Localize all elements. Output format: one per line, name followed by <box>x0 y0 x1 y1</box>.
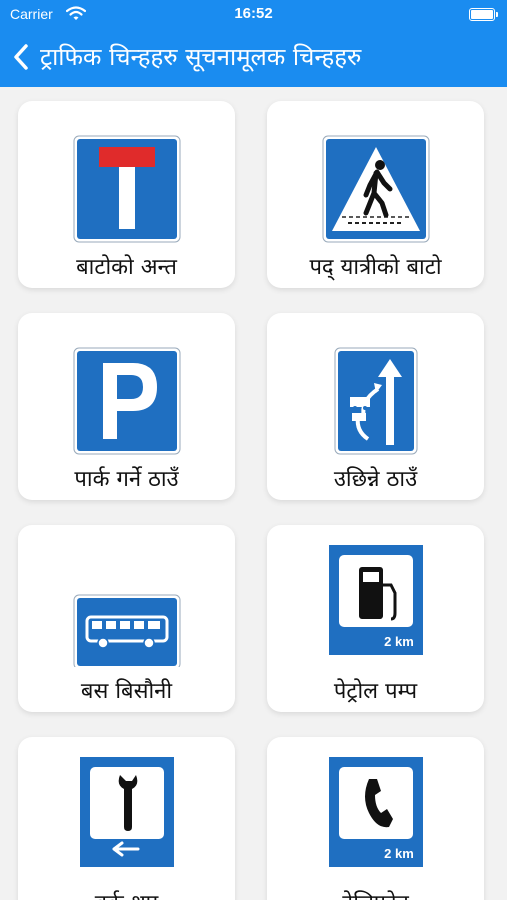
sign-card-telephone[interactable]: 2 km टेलिफोन <box>267 737 484 900</box>
distance-label: 2 km <box>384 846 414 861</box>
distance-label: 2 km <box>384 634 414 649</box>
status-bar: Carrier 16:52 <box>0 0 507 30</box>
sign-card-pedestrian-crossing[interactable]: पद् यात्रीको बाटो <box>267 101 484 288</box>
status-time: 16:52 <box>234 5 273 22</box>
sign-card-overtaking-lane[interactable]: उछिन्ने ठाउँ <box>267 313 484 500</box>
overtaking-lane-sign-icon <box>334 347 417 455</box>
telephone-sign-icon: 2 km <box>328 757 423 867</box>
petrol-pump-sign-icon: 2 km <box>328 545 423 655</box>
chevron-left-icon[interactable] <box>10 42 32 72</box>
sign-card-dead-end[interactable]: बाटोको अन्त <box>18 101 235 288</box>
sign-label: पेट्रोल पम्प <box>333 679 418 704</box>
sign-card-parking[interactable]: पार्क गर्ने ठाउँ <box>18 313 235 500</box>
nav-bar: ट्राफिक चिन्हहरु सूचनामूलक चिन्हहरु <box>0 30 507 87</box>
sign-label: बाटोको अन्त <box>76 255 177 280</box>
dead-end-sign-icon <box>73 135 180 243</box>
bus-stop-sign-icon <box>73 594 180 667</box>
sign-label: वर्क शप <box>18 887 235 900</box>
sign-label: बस बिसौनी <box>80 679 173 704</box>
sign-label: टेलिफोन <box>267 887 484 900</box>
pedestrian-crossing-sign-icon <box>322 135 429 243</box>
sign-label: पद् यात्रीको बाटो <box>309 255 442 280</box>
sign-card-bus-stop[interactable]: बस बिसौनी <box>18 525 235 712</box>
sign-card-petrol-pump[interactable]: 2 km पेट्रोल पम्प <box>267 525 484 712</box>
sign-card-workshop[interactable]: वर्क शप <box>18 737 235 900</box>
battery-icon <box>469 8 498 21</box>
sign-label: पार्क गर्ने ठाउँ <box>74 467 179 492</box>
workshop-sign-icon <box>79 757 174 867</box>
sign-label: उछिन्ने ठाउँ <box>333 467 418 492</box>
page-title: ट्राफिक चिन्हहरु सूचनामूलक चिन्हहरु <box>40 43 362 71</box>
parking-sign-icon <box>73 347 180 455</box>
sign-grid: बाटोको अन्त पद् यात्रीको बाटो पार्क गर्न… <box>0 87 507 900</box>
